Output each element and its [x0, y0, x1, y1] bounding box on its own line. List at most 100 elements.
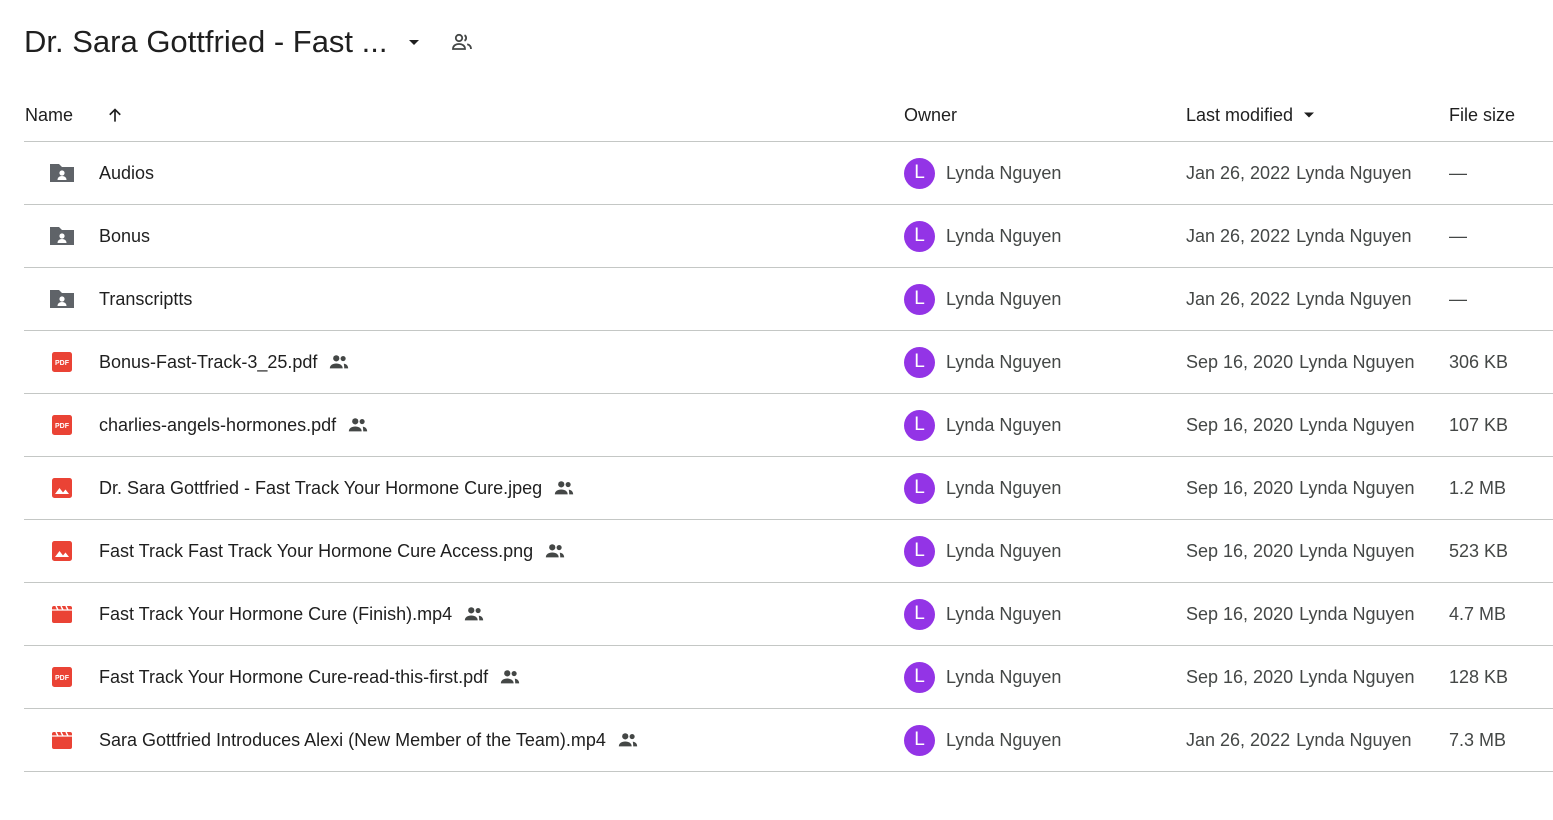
modified-by: Lynda Nguyen: [1299, 477, 1415, 498]
file-name[interactable]: Fast Track Your Hormone Cure-read-this-f…: [99, 667, 488, 688]
shared-folder-icon: [48, 142, 76, 204]
owner-name: Lynda Nguyen: [946, 414, 1062, 435]
shared-folder-icon: [48, 268, 76, 330]
file-name[interactable]: Transcriptts: [99, 289, 192, 310]
owner-cell: L Lynda Nguyen: [904, 394, 1061, 456]
file-row[interactable]: PDF charlies-angels-hormones.pdf L Lynda Ng…: [24, 394, 1553, 457]
shared-people-icon: [617, 729, 639, 751]
last-modified-cell: Sep 16, 2020 Lynda Nguyen: [1186, 520, 1415, 582]
file-name[interactable]: Sara Gottfried Introduces Alexi (New Mem…: [99, 730, 606, 751]
owner-avatar: L: [904, 661, 935, 693]
file-row[interactable]: Transcriptts L Lynda Nguyen Jan 26, 2022 Lyn…: [24, 268, 1553, 331]
file-name[interactable]: Fast Track Your Hormone Cure (Finish).mp…: [99, 604, 452, 625]
modified-by: Lynda Nguyen: [1299, 414, 1415, 435]
modified-date: Sep 16, 2020: [1186, 477, 1294, 498]
owner-name: Lynda Nguyen: [946, 729, 1062, 750]
owner-name: Lynda Nguyen: [946, 351, 1062, 372]
file-name-cell: charlies-angels-hormones.pdf: [99, 394, 369, 456]
shared-folder-people-icon[interactable]: [450, 30, 474, 54]
last-modified-cell: Sep 16, 2020 Lynda Nguyen: [1186, 457, 1415, 519]
owner-name: Lynda Nguyen: [946, 540, 1062, 561]
file-name-cell: Fast Track Your Hormone Cure (Finish).mp…: [99, 583, 485, 645]
owner-cell: L Lynda Nguyen: [904, 205, 1061, 267]
file-size: —: [1449, 288, 1467, 309]
owner-avatar: L: [904, 472, 935, 504]
file-list: Audios L Lynda Nguyen Jan 26, 2022 Lynda Ngu…: [24, 142, 1553, 772]
file-size: —: [1449, 225, 1467, 246]
modified-by: Lynda Nguyen: [1299, 666, 1415, 687]
file-row[interactable]: Fast Track Fast Track Your Hormone Cure …: [24, 520, 1553, 583]
modified-by: Lynda Nguyen: [1296, 288, 1412, 309]
owner-avatar: L: [904, 220, 935, 252]
name-column-header[interactable]: Name: [25, 94, 73, 136]
sort-ascending-arrow-icon[interactable]: [104, 94, 126, 136]
modified-by: Lynda Nguyen: [1299, 603, 1415, 624]
file-name[interactable]: Bonus-Fast-Track-3_25.pdf: [99, 352, 317, 373]
owner-avatar: L: [904, 535, 935, 567]
last-modified-cell: Sep 16, 2020 Lynda Nguyen: [1186, 394, 1415, 456]
file-name-cell: Bonus-Fast-Track-3_25.pdf: [99, 331, 350, 393]
file-name[interactable]: Fast Track Fast Track Your Hormone Cure …: [99, 541, 533, 562]
file-row[interactable]: Bonus L Lynda Nguyen Jan 26, 2022 Lynda Nguy…: [24, 205, 1553, 268]
file-size: 107 KB: [1449, 414, 1509, 435]
image-icon: [48, 520, 76, 582]
shared-people-icon: [544, 540, 566, 562]
owner-name: Lynda Nguyen: [946, 666, 1062, 687]
pdf-icon: PDF: [48, 394, 76, 456]
modified-date: Sep 16, 2020: [1186, 414, 1294, 435]
folder-menu-caret-icon[interactable]: [402, 30, 426, 54]
file-row[interactable]: Audios L Lynda Nguyen Jan 26, 2022 Lynda Ngu…: [24, 142, 1553, 205]
drive-folder-view: Dr. Sara Gottfried - Fast ... Name Owner…: [0, 0, 1553, 820]
owner-cell: L Lynda Nguyen: [904, 268, 1061, 330]
modified-date: Jan 26, 2022: [1186, 162, 1291, 183]
file-name-cell: Transcriptts: [99, 268, 192, 330]
file-name[interactable]: charlies-angels-hormones.pdf: [99, 415, 336, 436]
file-size: 4.7 MB: [1449, 603, 1507, 624]
file-name[interactable]: Audios: [99, 163, 154, 184]
svg-text:PDF: PDF: [55, 423, 70, 430]
modified-by: Lynda Nguyen: [1299, 351, 1415, 372]
file-size-column-header[interactable]: File size: [1449, 94, 1515, 136]
file-row[interactable]: Dr. Sara Gottfried - Fast Track Your Hor…: [24, 457, 1553, 520]
owner-cell: L Lynda Nguyen: [904, 457, 1061, 519]
file-name[interactable]: Bonus: [99, 226, 150, 247]
folder-title[interactable]: Dr. Sara Gottfried - Fast ...: [24, 24, 388, 60]
owner-cell: L Lynda Nguyen: [904, 583, 1061, 645]
modified-by: Lynda Nguyen: [1299, 540, 1415, 561]
file-row[interactable]: Fast Track Your Hormone Cure (Finish).mp…: [24, 583, 1553, 646]
owner-cell: L Lynda Nguyen: [904, 646, 1061, 708]
video-icon: [48, 583, 76, 645]
last-modified-cell: Sep 16, 2020 Lynda Nguyen: [1186, 331, 1415, 393]
file-row[interactable]: PDF Fast Track Your Hormone Cure-read-thi…: [24, 646, 1553, 709]
shared-people-icon: [463, 603, 485, 625]
modified-date: Sep 16, 2020: [1186, 351, 1294, 372]
file-name-cell: Sara Gottfried Introduces Alexi (New Mem…: [99, 709, 639, 771]
file-size: 1.2 MB: [1449, 477, 1507, 498]
owner-name: Lynda Nguyen: [946, 603, 1062, 624]
owner-avatar: L: [904, 283, 935, 315]
file-size: 306 KB: [1449, 351, 1509, 372]
owner-name: Lynda Nguyen: [946, 162, 1062, 183]
image-icon: [48, 457, 76, 519]
owner-avatar: L: [904, 157, 935, 189]
owner-column-header[interactable]: Owner: [904, 94, 957, 136]
folder-title-bar: Dr. Sara Gottfried - Fast ...: [24, 20, 474, 64]
modified-date: Sep 16, 2020: [1186, 666, 1294, 687]
modified-date: Jan 26, 2022: [1186, 729, 1291, 750]
modified-date: Sep 16, 2020: [1186, 603, 1294, 624]
last-modified-cell: Sep 16, 2020 Lynda Nguyen: [1186, 646, 1415, 708]
file-size: 7.3 MB: [1449, 729, 1507, 750]
owner-cell: L Lynda Nguyen: [904, 331, 1061, 393]
last-modified-column-header[interactable]: Last modified: [1186, 94, 1319, 136]
modified-by: Lynda Nguyen: [1296, 162, 1412, 183]
file-name-cell: Fast Track Your Hormone Cure-read-this-f…: [99, 646, 521, 708]
last-modified-cell: Jan 26, 2022 Lynda Nguyen: [1186, 268, 1412, 330]
file-list-header: Name Owner Last modified File size: [24, 94, 1553, 142]
owner-name: Lynda Nguyen: [946, 225, 1062, 246]
last-modified-cell: Jan 26, 2022 Lynda Nguyen: [1186, 709, 1412, 771]
owner-cell: L Lynda Nguyen: [904, 709, 1061, 771]
last-modified-label: Last modified: [1186, 104, 1294, 125]
file-name[interactable]: Dr. Sara Gottfried - Fast Track Your Hor…: [99, 478, 542, 499]
file-row[interactable]: Sara Gottfried Introduces Alexi (New Mem…: [24, 709, 1553, 772]
file-row[interactable]: PDF Bonus-Fast-Track-3_25.pdf L Lynda Nguye…: [24, 331, 1553, 394]
